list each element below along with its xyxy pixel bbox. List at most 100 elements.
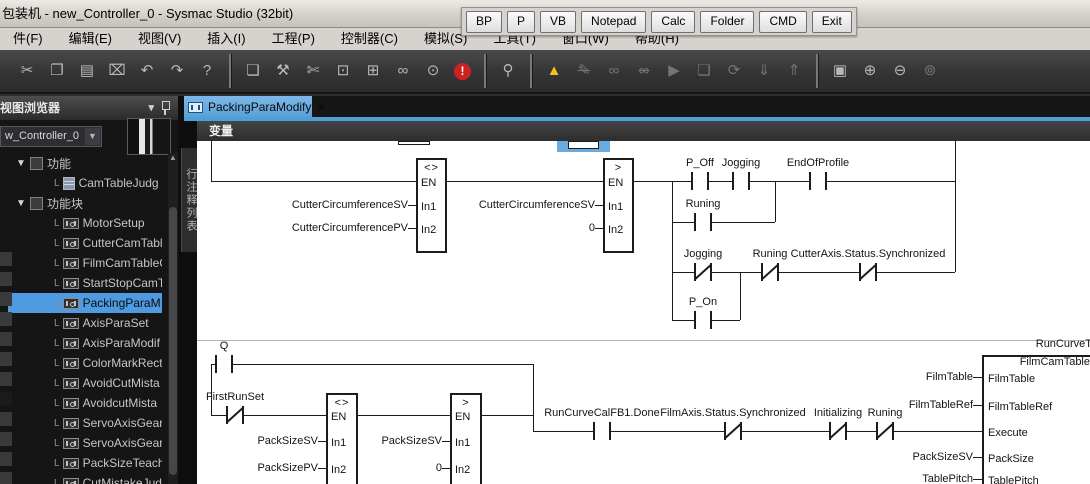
launcher-button-calc[interactable]: Calc [651,11,695,33]
tree-item-AvoidCutMista[interactable]: LAvoidCutMista [8,373,162,393]
monitor-warning-icon[interactable]: ▲ [539,56,569,86]
edit-disabled-icon[interactable]: ✎ [569,56,599,86]
tree-item-CutMistakeJud[interactable]: LCutMistakeJud [8,473,162,484]
operand-label[interactable]: PackSizeSV [257,435,318,447]
window-icon[interactable]: ❏ [238,56,268,86]
contact-label[interactable]: FirstRunSet [206,391,264,403]
launcher-button-p[interactable]: P [507,11,535,33]
filmcamtable-function-block[interactable]: FilmTableFilmTableRefExecutePackSizeTabl… [982,355,1090,484]
contact-label[interactable]: P_On [689,296,717,308]
menu-item-3[interactable]: 插入(I) [194,28,258,50]
contact-label[interactable]: Q [220,340,229,352]
launcher-button-notepad[interactable]: Notepad [581,11,646,33]
tree-item-功能[interactable]: ▼功能 [8,153,162,173]
tree-item-MotorSetup[interactable]: LMotorSetup [8,213,162,233]
menu-item-1[interactable]: 编辑(E) [56,28,125,50]
sidebar-scrollbar[interactable]: ▲ [168,153,178,484]
layers-icon[interactable]: ❑ [689,56,719,86]
abort-icon[interactable]: ! [454,63,471,80]
launcher-button-vb[interactable]: VB [540,11,576,33]
tree-item-StartStopCamT[interactable]: LStartStopCamT [8,273,162,293]
contact-label[interactable]: CutterAxis.Status.Synchronized [791,248,946,260]
contact-label[interactable]: EndOfProfile [787,157,849,169]
tree-item-AvoidcutMista[interactable]: LAvoidcutMista [8,393,162,413]
cut-icon[interactable]: ✂ [12,56,42,86]
paste-icon[interactable]: ▤ [72,56,102,86]
watch-icon[interactable]: ∞ [599,56,629,86]
contact-label[interactable]: Runing [753,248,788,260]
tree-item-AxisParaSet[interactable]: LAxisParaSet [8,313,162,333]
clipped-element[interactable] [398,141,430,145]
zoom-in-icon[interactable]: ⊕ [855,56,885,86]
operand-label[interactable]: CutterCircumferencePV [292,222,408,234]
contact-label[interactable]: P_Off [686,157,714,169]
check-all-programs-icon[interactable]: ⊞ [358,56,388,86]
operand-label[interactable]: FilmTableRef [909,399,973,411]
operand-label[interactable]: PackSizePV [257,462,318,474]
operand-label[interactable]: TablePitch [922,473,973,484]
contact-label[interactable]: Jogging [684,248,723,260]
compare-function-block[interactable]: <>ENIn1In2 [416,158,447,253]
launcher-button-exit[interactable]: Exit [812,11,852,33]
menu-item-2[interactable]: 视图(V) [125,28,194,50]
contact-label[interactable]: RunCurveCalFB1.Done [544,407,660,419]
variables-bar[interactable]: 变量 [197,121,1090,142]
operand-label[interactable]: FilmTable [926,371,973,383]
zoom-100-icon[interactable]: ⊚ [915,56,945,86]
compare-function-block[interactable]: <>ENIn1In2 [326,393,358,484]
clipped-element[interactable] [568,141,599,149]
tree-item-ColorMarkRect[interactable]: LColorMarkRect [8,353,162,373]
contact-label[interactable]: FilmAxis.Status.Synchronized [660,407,806,419]
controller-select[interactable]: w_Controller_0 ▼ [0,126,102,147]
transfer-to-controller-icon[interactable]: ⇓ [749,56,779,86]
tree-item-AxisParaModif[interactable]: LAxisParaModif [8,333,162,353]
rebuild-icon[interactable]: ✄ [298,56,328,86]
compare-function-block[interactable]: >ENIn1In2 [603,158,634,253]
redo-icon[interactable]: ↷ [162,56,192,86]
tree-item-PackSizeTeach[interactable]: LPackSizeTeach [8,453,162,473]
run-icon[interactable]: ▶ [659,56,689,86]
contact-label[interactable]: Jogging [722,157,761,169]
launcher-button-bp[interactable]: BP [466,11,502,33]
transfer-from-controller-icon[interactable]: ⇑ [779,56,809,86]
scroll-up-icon[interactable]: ▲ [168,153,178,163]
delete-icon[interactable]: ⌧ [102,56,132,86]
undo-icon[interactable]: ↶ [132,56,162,86]
launcher-button-folder[interactable]: Folder [700,11,754,33]
build-icon[interactable]: ⚒ [268,56,298,86]
operand-label[interactable]: CutterCircumferenceSV [479,199,595,211]
sync-icon[interactable]: ⟳ [719,56,749,86]
tree-expand-icon[interactable]: ▼ [16,158,30,169]
check-program-icon[interactable]: ⊡ [328,56,358,86]
menu-item-0[interactable]: 件(F) [0,28,56,50]
offline-mode-icon[interactable]: ⚲ [493,56,523,86]
operand-label[interactable]: PackSizeSV [912,451,973,463]
tree-item-ServoAxisGeart[interactable]: LServoAxisGeart [8,433,162,453]
tree-item-功能块[interactable]: ▼功能块 [8,193,162,213]
tab-packingparamodify[interactable]: PackingParaModify × [184,96,312,118]
pin-icon[interactable] [160,100,170,115]
zoom-out-icon[interactable]: ⊖ [885,56,915,86]
operand-label[interactable]: CutterCircumferenceSV [292,199,408,211]
operand-label[interactable]: PackSizeSV [381,435,442,447]
tree-item-PackingParaM[interactable]: LPackingParaM [8,293,162,313]
close-icon[interactable]: × [318,100,325,114]
tree-item-ServoAxisGearI[interactable]: LServoAxisGearI [8,413,162,433]
fb-instance-name[interactable]: RunCurveT [1036,338,1090,350]
contact-label[interactable]: Initializing [814,407,862,419]
chevron-down-icon[interactable]: ▼ [85,128,100,145]
compare-function-block[interactable]: >ENIn1In2 [450,393,482,484]
scrollbar-thumb[interactable] [169,207,177,475]
contact-label[interactable]: Runing [868,407,903,419]
chevron-down-icon[interactable]: ▾ [148,96,154,120]
help-icon[interactable]: ? [192,56,222,86]
menu-item-4[interactable]: 工程(P) [259,28,328,50]
tree-item-CamTableJudg[interactable]: LCamTableJudg [8,173,162,193]
syntax-check-icon[interactable]: ∞ [388,56,418,86]
zoom-fit-icon[interactable]: ▣ [825,56,855,86]
tree-item-CutterCamTabl[interactable]: LCutterCamTabl [8,233,162,253]
contact-label[interactable]: Runing [686,198,721,210]
tree-expand-icon[interactable]: ▼ [16,198,30,209]
watch-off-icon[interactable]: ∞ [629,56,659,86]
copy-icon[interactable]: ❐ [42,56,72,86]
